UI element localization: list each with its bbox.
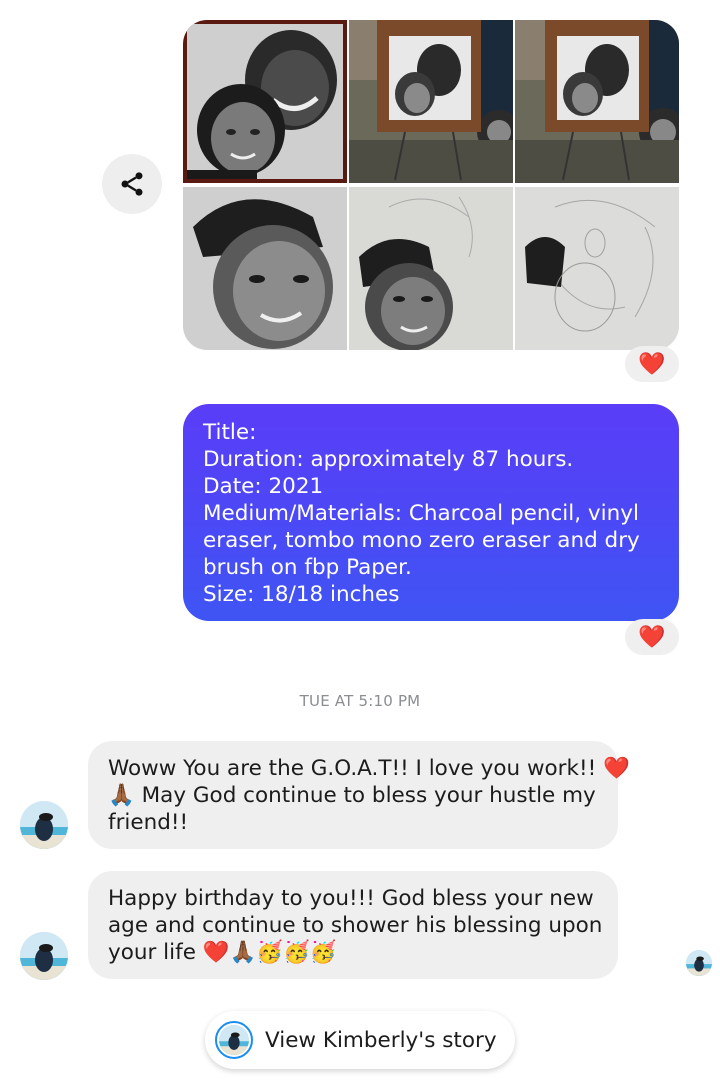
message-line: Woww You are the G.O.A.T!! I love you wo… [108,756,630,781]
avatar-beach-icon [20,801,68,849]
share-icon [121,172,143,196]
message-line: Size: 18/18 inches [203,582,400,607]
message-line: Date: 2021 [203,474,324,499]
message-line: brush on fbp Paper. [203,555,412,580]
photo-2[interactable] [349,20,513,183]
story-avatar [219,1025,249,1055]
charcoal-portrait-in-progress-image [349,187,513,350]
charcoal-portrait-couple-image [183,20,347,183]
emoji-sequence: ❤️🙏🏾🥳🥳🥳 [202,940,337,965]
view-story-button[interactable]: View Kimberly's story [205,1011,515,1069]
avatar-beach-icon [686,950,712,976]
photo-4[interactable] [183,187,347,350]
photo-reaction[interactable]: ❤️ [625,346,679,382]
story-ring [215,1021,253,1059]
photo-6[interactable] [515,187,679,350]
avatar-beach-icon [20,932,68,980]
heart-icon: ❤️ [638,624,666,650]
message-line: Happy birthday to you!!! God bless your … [108,886,594,911]
message-line: age and continue to shower his blessing … [108,913,603,938]
message-reaction[interactable]: ❤️ [625,619,679,655]
message-line: Title: [203,420,257,445]
avatar[interactable] [20,932,68,980]
incoming-message-bubble[interactable]: Woww You are the G.O.A.T!! I love you wo… [88,741,630,849]
seen-avatar [686,950,712,976]
message-line: your life ❤️🙏🏾🥳🥳🥳 [108,940,337,965]
message-line: eraser, tombo mono zero eraser and dry [203,528,640,553]
message-line: friend!! [108,810,189,835]
outgoing-message-bubble[interactable]: Title: Duration: approximately 87 hours.… [183,404,679,621]
message-line: Medium/Materials: Charcoal pencil, vinyl [203,501,639,526]
timestamp: TUE AT 5:10 PM [299,692,421,710]
message-line: 🙏🏾 May God continue to bless your hustle… [108,783,596,808]
view-story-label: View Kimberly's story [265,1027,497,1053]
avatar-beach-icon [219,1025,249,1055]
portrait-on-easel-image [349,20,513,183]
share-button[interactable] [102,154,162,214]
photo-3[interactable] [515,20,679,183]
charcoal-portrait-sketch-image [515,187,679,350]
photo-grid[interactable] [183,20,679,350]
photo-5[interactable] [349,187,513,350]
incoming-message-bubble[interactable]: Happy birthday to you!!! God bless your … [88,871,618,979]
heart-icon: ❤️ [638,351,666,377]
portrait-on-easel-image-2 [515,20,679,183]
avatar[interactable] [20,801,68,849]
charcoal-portrait-closeup-image [183,187,347,350]
photo-1[interactable] [183,20,347,183]
message-line: Duration: approximately 87 hours. [203,447,574,472]
heart-emoji: ❤️ [603,756,630,781]
